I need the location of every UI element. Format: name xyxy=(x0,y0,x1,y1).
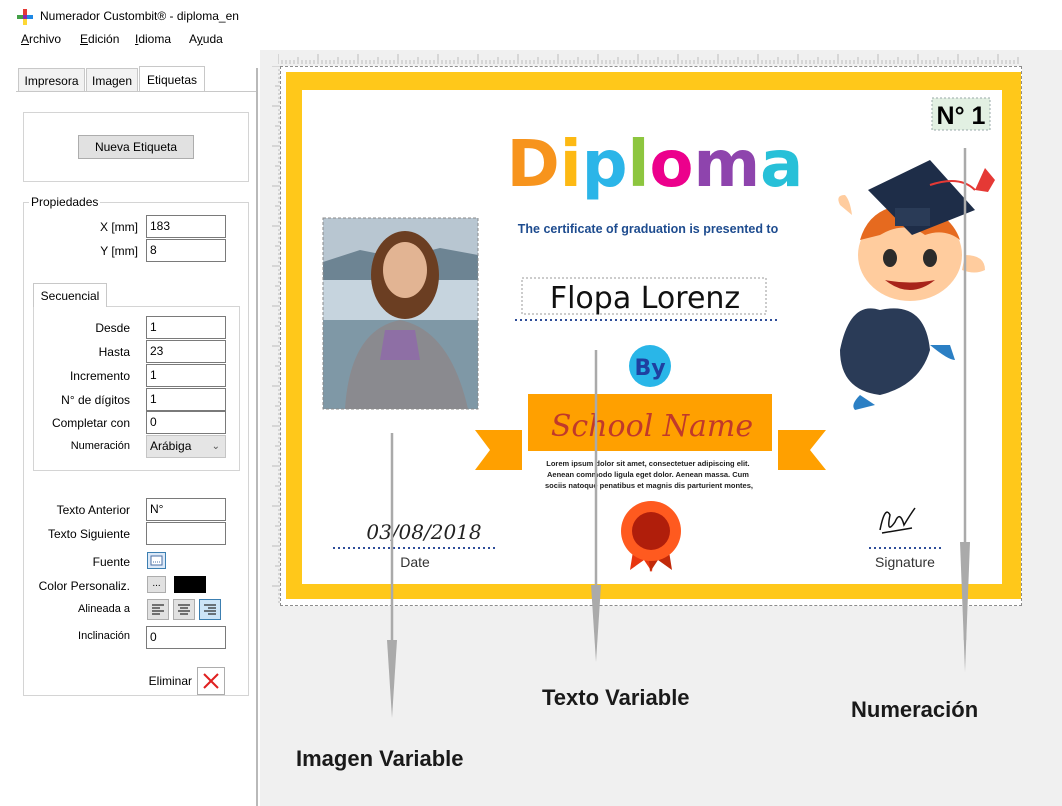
arrow-texto-head xyxy=(591,585,601,662)
diploma-title-letter: l xyxy=(628,128,650,202)
diploma-title-letter: p xyxy=(582,128,628,202)
caption-imagen-variable: Imagen Variable xyxy=(296,746,464,771)
signature-label: Signature xyxy=(875,554,935,570)
tab-etiquetas[interactable]: Etiquetas xyxy=(139,66,205,91)
diploma-title-letter: i xyxy=(560,128,582,202)
arrow-numeracion-head xyxy=(960,542,970,672)
lorem-line: Lorem ipsum dolor sit amet, consectetuer… xyxy=(546,459,749,468)
date-value: 03/08/2018 xyxy=(366,520,481,544)
diploma-subtitle: The certificate of graduation is present… xyxy=(518,222,779,236)
date-label: Date xyxy=(400,554,430,570)
arrow-imagen-head xyxy=(387,640,397,718)
lorem-line: sociis natoque penatibus et magnis dis p… xyxy=(545,481,753,490)
lorem-line: Aenean commodo ligula eget dolor. Aenean… xyxy=(547,470,749,479)
student-name: Flopa Lorenz xyxy=(550,281,740,316)
award-seal-icon xyxy=(621,501,681,572)
diploma-number: N° 1 xyxy=(937,102,986,130)
diploma-title-letter: o xyxy=(649,128,693,202)
diploma-title-letter: D xyxy=(507,128,560,202)
student-photo[interactable] xyxy=(322,217,479,410)
signature-scribble xyxy=(879,507,916,534)
tab-secuencial[interactable]: Secuencial xyxy=(33,283,107,307)
diploma-title-letter: a xyxy=(760,128,803,202)
diploma-title: Diploma xyxy=(507,128,804,202)
by-text: By xyxy=(634,356,665,381)
ribbon-right-tail xyxy=(778,430,826,470)
ribbon-left-tail xyxy=(475,430,522,470)
caption-numeracion: Numeración xyxy=(851,697,979,722)
diploma-title-letter: m xyxy=(693,128,760,202)
school-name: School Name xyxy=(551,409,753,444)
diploma-artwork: Diploma The certificate of graduation is… xyxy=(322,97,995,718)
lorem-text: Lorem ipsum dolor sit amet, consectetuer… xyxy=(545,459,753,490)
caption-texto-variable: Texto Variable xyxy=(542,685,690,710)
graduate-cartoon xyxy=(838,160,995,410)
